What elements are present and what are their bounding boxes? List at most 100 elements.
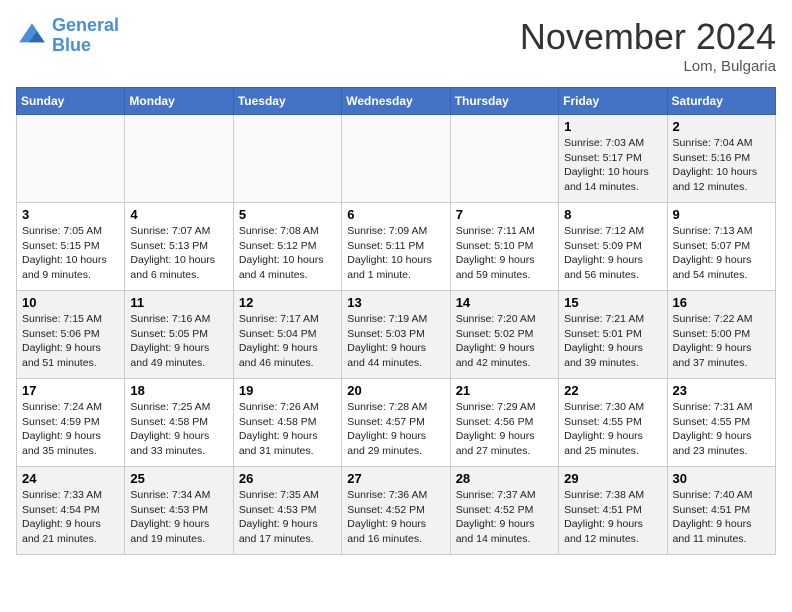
day-info: Sunrise: 7:13 AM Sunset: 5:07 PM Dayligh… [673, 224, 770, 283]
day-info: Sunrise: 7:37 AM Sunset: 4:52 PM Dayligh… [456, 488, 553, 547]
day-number: 29 [564, 471, 661, 486]
calendar-cell: 19 Sunrise: 7:26 AM Sunset: 4:58 PM Dayli… [233, 379, 341, 467]
day-number: 4 [130, 207, 227, 222]
day-info: Sunrise: 7:08 AM Sunset: 5:12 PM Dayligh… [239, 224, 336, 283]
day-number: 30 [673, 471, 770, 486]
weekday-header-monday: Monday [125, 88, 233, 115]
day-info: Sunrise: 7:04 AM Sunset: 5:16 PM Dayligh… [673, 136, 770, 195]
weekday-header-friday: Friday [559, 88, 667, 115]
week-row-2: 3 Sunrise: 7:05 AM Sunset: 5:15 PM Daylig… [17, 203, 776, 291]
day-info: Sunrise: 7:31 AM Sunset: 4:55 PM Dayligh… [673, 400, 770, 459]
day-info: Sunrise: 7:20 AM Sunset: 5:02 PM Dayligh… [456, 312, 553, 371]
calendar-cell: 18Sunrise: 7:25 AM Sunset: 4:58 PM Dayli… [125, 379, 233, 467]
calendar-cell: 7 Sunrise: 7:11 AM Sunset: 5:10 PM Daylig… [450, 203, 558, 291]
calendar-cell: 22 Sunrise: 7:30 AM Sunset: 4:55 PM Dayli… [559, 379, 667, 467]
weekday-header-row: SundayMondayTuesdayWednesdayThursdayFrid… [17, 88, 776, 115]
calendar-cell: 25Sunrise: 7:34 AM Sunset: 4:53 PM Dayli… [125, 467, 233, 555]
calendar-cell [450, 115, 558, 203]
calendar-cell: 11Sunrise: 7:16 AM Sunset: 5:05 PM Dayli… [125, 291, 233, 379]
day-info: Sunrise: 7:17 AM Sunset: 5:04 PM Dayligh… [239, 312, 336, 371]
day-info: Sunrise: 7:35 AM Sunset: 4:53 PM Dayligh… [239, 488, 336, 547]
day-info: Sunrise: 7:33 AM Sunset: 4:54 PM Dayligh… [22, 488, 119, 547]
calendar-cell: 13 Sunrise: 7:19 AM Sunset: 5:03 PM Dayli… [342, 291, 450, 379]
calendar-cell [17, 115, 125, 203]
weekday-header-saturday: Saturday [667, 88, 775, 115]
day-number: 24 [22, 471, 119, 486]
day-info: Sunrise: 7:05 AM Sunset: 5:15 PM Dayligh… [22, 224, 119, 283]
calendar-cell: 4Sunrise: 7:07 AM Sunset: 5:13 PM Daylig… [125, 203, 233, 291]
day-number: 14 [456, 295, 553, 310]
calendar-cell: 23 Sunrise: 7:31 AM Sunset: 4:55 PM Dayli… [667, 379, 775, 467]
day-info: Sunrise: 7:26 AM Sunset: 4:58 PM Dayligh… [239, 400, 336, 459]
day-number: 6 [347, 207, 444, 222]
day-number: 12 [239, 295, 336, 310]
weekday-header-sunday: Sunday [17, 88, 125, 115]
day-info: Sunrise: 7:29 AM Sunset: 4:56 PM Dayligh… [456, 400, 553, 459]
weekday-header-thursday: Thursday [450, 88, 558, 115]
day-number: 2 [673, 119, 770, 134]
day-number: 26 [239, 471, 336, 486]
calendar-cell: 5 Sunrise: 7:08 AM Sunset: 5:12 PM Daylig… [233, 203, 341, 291]
calendar-cell: 2 Sunrise: 7:04 AM Sunset: 5:16 PM Daylig… [667, 115, 775, 203]
day-number: 13 [347, 295, 444, 310]
day-number: 22 [564, 383, 661, 398]
day-info: Sunrise: 7:21 AM Sunset: 5:01 PM Dayligh… [564, 312, 661, 371]
week-row-1: 1 Sunrise: 7:03 AM Sunset: 5:17 PM Daylig… [17, 115, 776, 203]
day-number: 7 [456, 207, 553, 222]
calendar-cell: 30 Sunrise: 7:40 AM Sunset: 4:51 PM Dayli… [667, 467, 775, 555]
day-number: 1 [564, 119, 661, 134]
calendar-cell: 21Sunrise: 7:29 AM Sunset: 4:56 PM Dayli… [450, 379, 558, 467]
day-info: Sunrise: 7:03 AM Sunset: 5:17 PM Dayligh… [564, 136, 661, 195]
calendar-cell: 1 Sunrise: 7:03 AM Sunset: 5:17 PM Daylig… [559, 115, 667, 203]
day-number: 17 [22, 383, 119, 398]
month-title: November 2024 [520, 16, 776, 58]
day-number: 25 [130, 471, 227, 486]
week-row-5: 24 Sunrise: 7:33 AM Sunset: 4:54 PM Dayli… [17, 467, 776, 555]
day-info: Sunrise: 7:36 AM Sunset: 4:52 PM Dayligh… [347, 488, 444, 547]
weekday-header-wednesday: Wednesday [342, 88, 450, 115]
calendar-cell [125, 115, 233, 203]
day-info: Sunrise: 7:24 AM Sunset: 4:59 PM Dayligh… [22, 400, 119, 459]
day-number: 27 [347, 471, 444, 486]
day-number: 8 [564, 207, 661, 222]
calendar-cell: 16 Sunrise: 7:22 AM Sunset: 5:00 PM Dayli… [667, 291, 775, 379]
title-block: November 2024 Lom, Bulgaria [520, 16, 776, 75]
day-info: Sunrise: 7:30 AM Sunset: 4:55 PM Dayligh… [564, 400, 661, 459]
day-number: 3 [22, 207, 119, 222]
day-info: Sunrise: 7:09 AM Sunset: 5:11 PM Dayligh… [347, 224, 444, 283]
logo: General Blue [16, 16, 119, 56]
week-row-4: 17 Sunrise: 7:24 AM Sunset: 4:59 PM Dayli… [17, 379, 776, 467]
day-info: Sunrise: 7:22 AM Sunset: 5:00 PM Dayligh… [673, 312, 770, 371]
calendar-cell: 24 Sunrise: 7:33 AM Sunset: 4:54 PM Dayli… [17, 467, 125, 555]
weekday-header-tuesday: Tuesday [233, 88, 341, 115]
page-header: General Blue November 2024 Lom, Bulgaria [16, 16, 776, 75]
day-number: 28 [456, 471, 553, 486]
day-number: 16 [673, 295, 770, 310]
day-info: Sunrise: 7:40 AM Sunset: 4:51 PM Dayligh… [673, 488, 770, 547]
day-number: 19 [239, 383, 336, 398]
calendar-cell: 6 Sunrise: 7:09 AM Sunset: 5:11 PM Daylig… [342, 203, 450, 291]
day-info: Sunrise: 7:38 AM Sunset: 4:51 PM Dayligh… [564, 488, 661, 547]
calendar-cell: 9 Sunrise: 7:13 AM Sunset: 5:07 PM Daylig… [667, 203, 775, 291]
calendar-cell: 3 Sunrise: 7:05 AM Sunset: 5:15 PM Daylig… [17, 203, 125, 291]
day-number: 11 [130, 295, 227, 310]
calendar-cell [233, 115, 341, 203]
calendar-cell: 10 Sunrise: 7:15 AM Sunset: 5:06 PM Dayli… [17, 291, 125, 379]
logo-icon [16, 20, 48, 52]
calendar-cell: 12 Sunrise: 7:17 AM Sunset: 5:04 PM Dayli… [233, 291, 341, 379]
day-info: Sunrise: 7:11 AM Sunset: 5:10 PM Dayligh… [456, 224, 553, 283]
calendar-cell: 20Sunrise: 7:28 AM Sunset: 4:57 PM Dayli… [342, 379, 450, 467]
day-number: 18 [130, 383, 227, 398]
day-number: 9 [673, 207, 770, 222]
day-number: 10 [22, 295, 119, 310]
location: Lom, Bulgaria [520, 58, 776, 75]
calendar-cell: 14 Sunrise: 7:20 AM Sunset: 5:02 PM Dayli… [450, 291, 558, 379]
calendar-cell: 26 Sunrise: 7:35 AM Sunset: 4:53 PM Dayli… [233, 467, 341, 555]
day-info: Sunrise: 7:15 AM Sunset: 5:06 PM Dayligh… [22, 312, 119, 371]
day-number: 23 [673, 383, 770, 398]
calendar-cell [342, 115, 450, 203]
day-number: 5 [239, 207, 336, 222]
day-info: Sunrise: 7:19 AM Sunset: 5:03 PM Dayligh… [347, 312, 444, 371]
logo-text: General Blue [52, 16, 119, 56]
week-row-3: 10 Sunrise: 7:15 AM Sunset: 5:06 PM Dayli… [17, 291, 776, 379]
